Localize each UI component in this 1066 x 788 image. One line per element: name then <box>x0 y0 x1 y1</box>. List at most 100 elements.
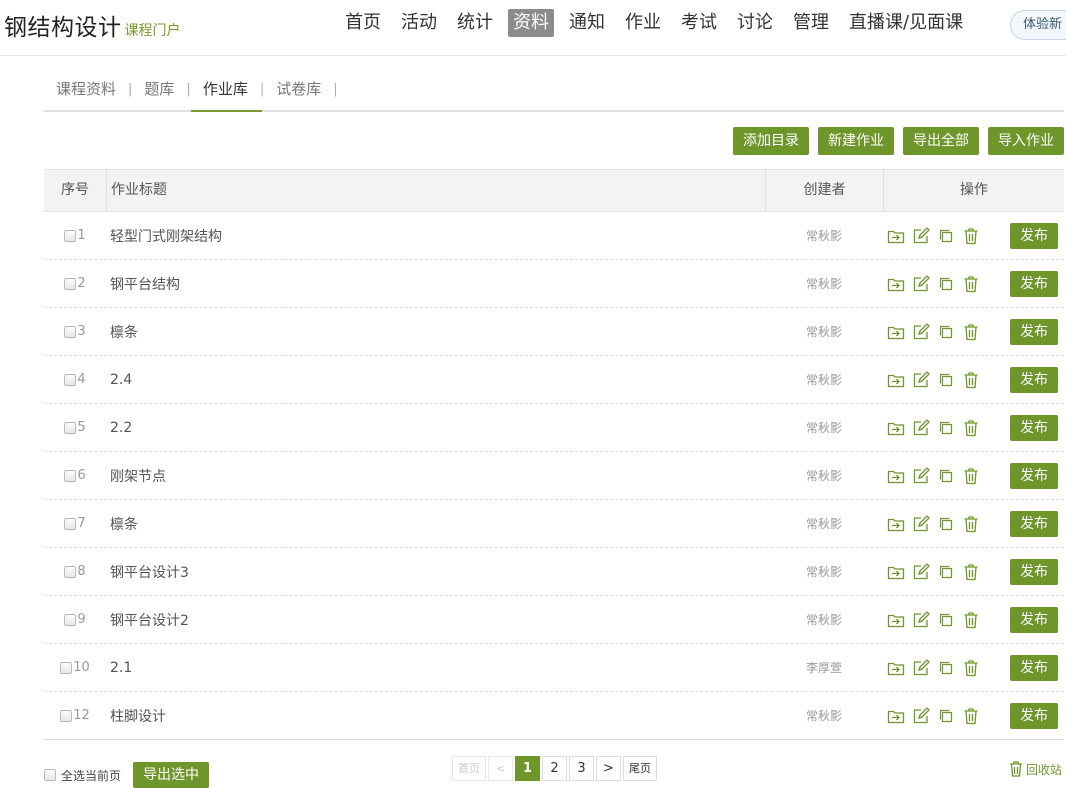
subtab-2[interactable]: 作业库 <box>190 68 262 112</box>
move-icon[interactable] <box>886 370 906 390</box>
recycle-bin-link[interactable]: 回收站 <box>1008 760 1062 778</box>
move-icon[interactable] <box>886 226 906 246</box>
row-checkbox[interactable] <box>64 229 77 242</box>
edit-icon[interactable] <box>911 658 931 678</box>
row-checkbox[interactable] <box>64 325 77 338</box>
edit-icon[interactable] <box>911 562 931 582</box>
publish-button[interactable]: 发布 <box>1010 702 1058 729</box>
row-checkbox[interactable] <box>64 373 77 386</box>
select-all-checkbox[interactable] <box>44 769 56 781</box>
edit-icon[interactable] <box>911 274 931 294</box>
homework-title[interactable]: 轻型门式刚架结构 <box>106 226 765 246</box>
nav-item-2[interactable]: 统计 <box>452 9 498 37</box>
edit-icon[interactable] <box>911 322 931 342</box>
delete-icon[interactable] <box>961 418 981 438</box>
nav-item-6[interactable]: 考试 <box>676 9 722 37</box>
copy-icon[interactable] <box>936 466 956 486</box>
homework-title[interactable]: 刚架节点 <box>106 466 765 486</box>
publish-button[interactable]: 发布 <box>1010 510 1058 537</box>
homework-title[interactable]: 钢平台结构 <box>106 274 765 294</box>
move-icon[interactable] <box>886 562 906 582</box>
row-checkbox[interactable] <box>60 661 73 674</box>
nav-item-7[interactable]: 讨论 <box>732 9 778 37</box>
copy-icon[interactable] <box>936 226 956 246</box>
row-checkbox[interactable] <box>64 517 77 530</box>
delete-icon[interactable] <box>961 658 981 678</box>
publish-button[interactable]: 发布 <box>1010 270 1058 297</box>
edit-icon[interactable] <box>911 370 931 390</box>
nav-item-1[interactable]: 活动 <box>396 9 442 37</box>
delete-icon[interactable] <box>961 562 981 582</box>
copy-icon[interactable] <box>936 562 956 582</box>
homework-title[interactable]: 钢平台设计3 <box>106 562 765 582</box>
prev-page-button[interactable]: < <box>488 756 513 781</box>
page-3-button[interactable]: 3 <box>569 756 594 781</box>
homework-title[interactable]: 钢平台设计2 <box>106 610 765 630</box>
subtab-1[interactable]: 题库 <box>144 68 174 110</box>
move-icon[interactable] <box>886 658 906 678</box>
nav-item-8[interactable]: 管理 <box>788 9 834 37</box>
first-page-button[interactable]: 首页 <box>452 756 486 781</box>
row-checkbox[interactable] <box>64 613 77 626</box>
edit-icon[interactable] <box>911 514 931 534</box>
homework-title[interactable]: 2.2 <box>106 420 765 436</box>
subtab-3[interactable]: 试卷库 <box>276 68 321 110</box>
edit-icon[interactable] <box>911 418 931 438</box>
publish-button[interactable]: 发布 <box>1010 366 1058 393</box>
publish-button[interactable]: 发布 <box>1010 222 1058 249</box>
edit-icon[interactable] <box>911 706 931 726</box>
copy-icon[interactable] <box>936 322 956 342</box>
move-icon[interactable] <box>886 514 906 534</box>
move-icon[interactable] <box>886 706 906 726</box>
delete-icon[interactable] <box>961 274 981 294</box>
delete-icon[interactable] <box>961 322 981 342</box>
nav-item-9[interactable]: 直播课/见面课 <box>844 9 968 37</box>
subtab-0[interactable]: 课程资料 <box>56 68 116 110</box>
homework-title[interactable]: 2.1 <box>106 660 765 676</box>
publish-button[interactable]: 发布 <box>1010 318 1058 345</box>
try-new-version-button[interactable]: 体验新 <box>1010 10 1066 40</box>
publish-button[interactable]: 发布 <box>1010 654 1058 681</box>
move-icon[interactable] <box>886 610 906 630</box>
next-page-button[interactable]: > <box>596 756 621 781</box>
row-checkbox[interactable] <box>64 565 77 578</box>
delete-icon[interactable] <box>961 610 981 630</box>
copy-icon[interactable] <box>936 418 956 438</box>
nav-item-0[interactable]: 首页 <box>340 9 386 37</box>
delete-icon[interactable] <box>961 514 981 534</box>
add-directory-button[interactable]: 添加目录 <box>733 127 809 155</box>
copy-icon[interactable] <box>936 706 956 726</box>
homework-title[interactable]: 柱脚设计 <box>106 706 765 726</box>
edit-icon[interactable] <box>911 610 931 630</box>
copy-icon[interactable] <box>936 514 956 534</box>
copy-icon[interactable] <box>936 274 956 294</box>
publish-button[interactable]: 发布 <box>1010 558 1058 585</box>
copy-icon[interactable] <box>936 658 956 678</box>
nav-item-5[interactable]: 作业 <box>620 9 666 37</box>
export-all-button[interactable]: 导出全部 <box>903 127 979 155</box>
homework-title[interactable]: 檩条 <box>106 322 765 342</box>
publish-button[interactable]: 发布 <box>1010 606 1058 633</box>
move-icon[interactable] <box>886 274 906 294</box>
row-checkbox[interactable] <box>64 277 77 290</box>
brand[interactable]: 钢结构设计 课程门户 <box>4 8 181 42</box>
page-2-button[interactable]: 2 <box>542 756 567 781</box>
copy-icon[interactable] <box>936 610 956 630</box>
edit-icon[interactable] <box>911 226 931 246</box>
move-icon[interactable] <box>886 418 906 438</box>
edit-icon[interactable] <box>911 466 931 486</box>
import-homework-button[interactable]: 导入作业 <box>988 127 1064 155</box>
delete-icon[interactable] <box>961 370 981 390</box>
homework-title[interactable]: 2.4 <box>106 372 765 388</box>
export-selected-button[interactable]: 导出选中 <box>133 762 210 788</box>
last-page-button[interactable]: 尾页 <box>623 756 657 781</box>
move-icon[interactable] <box>886 466 906 486</box>
publish-button[interactable]: 发布 <box>1010 414 1058 441</box>
new-homework-button[interactable]: 新建作业 <box>818 127 894 155</box>
nav-item-3[interactable]: 资料 <box>508 9 554 37</box>
delete-icon[interactable] <box>961 466 981 486</box>
row-checkbox[interactable] <box>64 469 77 482</box>
delete-icon[interactable] <box>961 226 981 246</box>
publish-button[interactable]: 发布 <box>1010 462 1058 489</box>
move-icon[interactable] <box>886 322 906 342</box>
